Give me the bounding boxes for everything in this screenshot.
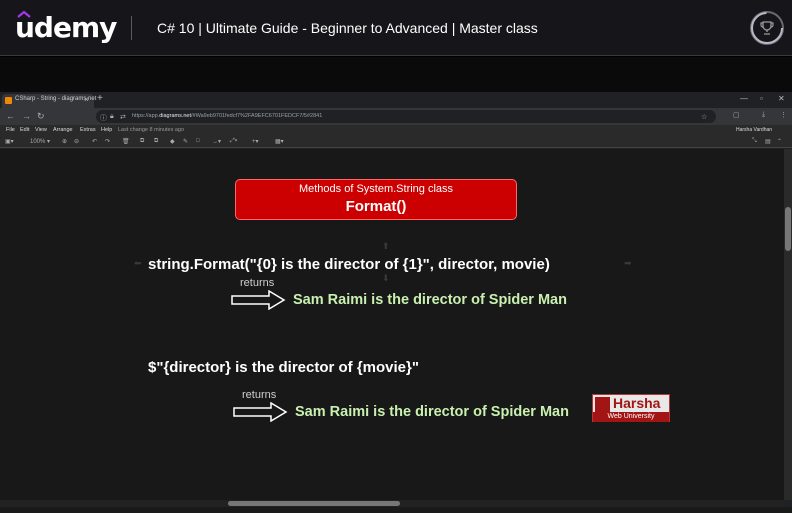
tab-close-icon[interactable]: × [84, 95, 89, 104]
drawio-favicon-icon [5, 97, 12, 104]
example2-code[interactable]: $"{director} is the director of {movie}" [148, 359, 419, 376]
header-divider [131, 16, 132, 40]
browser-tab[interactable]: CSharp - String - diagrams.net × [2, 94, 96, 108]
vertical-scroll-thumb[interactable] [785, 207, 791, 251]
connection-icon[interactable]: →▾ [212, 138, 221, 145]
title-box[interactable]: Methods of System.String class Format() [235, 179, 517, 220]
progress-trophy-button[interactable] [750, 11, 784, 45]
redo-icon[interactable]: ↷ [105, 138, 110, 145]
horizontal-scroll-thumb[interactable] [228, 501, 400, 506]
site-settings-icon[interactable]: ⇄ [120, 113, 126, 121]
example1-arrow-icon[interactable] [231, 290, 286, 310]
browser-window: CSharp - String - diagrams.net × + — ▫ ✕… [0, 92, 792, 513]
example2-returns-label[interactable]: returns [242, 389, 276, 401]
horizontal-scrollbar[interactable] [0, 500, 784, 507]
address-bar-row: ← → ↻ ⓘ 🔒︎ ⇄ https://app.diagrams.net/#W… [0, 108, 792, 125]
menu-file[interactable]: File [6, 127, 15, 133]
harsha-logo-name: Harsha [613, 395, 661, 411]
udemy-logo[interactable]: udemy [15, 11, 117, 44]
close-window-button[interactable]: ✕ [778, 94, 785, 103]
title-subtitle: Methods of System.String class [298, 183, 454, 195]
menu-arrange[interactable]: Arrange [53, 127, 73, 133]
forward-arrow-icon[interactable]: → [22, 111, 31, 121]
fullscreen-icon[interactable]: ⤡ [752, 138, 757, 145]
format-toggle-icon[interactable]: ▤ [765, 138, 771, 145]
line-color-icon[interactable]: ✎ [183, 138, 188, 145]
collapse-icon[interactable]: ⌃ [777, 138, 782, 145]
drawio-toolbar: ▣▾ 100% ▾ ⊕ ⊖ ↶ ↷ 🗑︎ ⧉ ⧉ ◆ ✎ □ →▾ ⤢▾ +▾ … [0, 136, 792, 148]
download-icon[interactable]: ⤓ [762, 111, 765, 119]
to-front-icon[interactable]: ⧉ [140, 138, 144, 145]
zoom-select[interactable]: 100% ▾ [30, 138, 50, 145]
shadow-icon[interactable]: □ [196, 138, 200, 144]
menu-help[interactable]: Help [101, 127, 112, 133]
user-name[interactable]: Harsha Vardhan [736, 127, 772, 133]
harsha-logo-mark-icon [595, 397, 610, 412]
new-tab-button[interactable]: + [97, 93, 103, 104]
example1-result[interactable]: Sam Raimi is the director of Spider Man [293, 292, 567, 308]
diagram-canvas[interactable]: Methods of System.String class Format() … [0, 149, 784, 500]
example1-code[interactable]: string.Format("{0} is the director of {1… [148, 256, 550, 273]
waypoints-icon[interactable]: ⤢▾ [230, 138, 237, 145]
url-input[interactable]: ⓘ 🔒︎ ⇄ https://app.diagrams.net/#Wa9eb97… [96, 110, 716, 123]
guide-arrow-down-icon: ⬇ [382, 273, 390, 283]
guide-arrow-left-icon: ⬅ [134, 258, 142, 268]
delete-icon[interactable]: 🗑︎ [122, 138, 130, 145]
minimize-button[interactable]: — [740, 94, 748, 103]
undo-icon[interactable]: ↶ [92, 138, 97, 145]
bookmark-star-icon[interactable]: ☆ [701, 113, 707, 121]
menu-view[interactable]: View [35, 127, 47, 133]
browser-tabbar: CSharp - String - diagrams.net × + — ▫ ✕ [0, 92, 792, 108]
example1-returns-label[interactable]: returns [240, 277, 274, 289]
table-icon[interactable]: ▦▾ [275, 138, 284, 145]
zoom-in-icon[interactable]: ⊕ [62, 138, 67, 145]
to-back-icon[interactable]: ⧉ [154, 138, 158, 145]
page-tabs-strip [0, 507, 792, 513]
last-change-link[interactable]: Last change 8 minutes ago [118, 127, 184, 133]
course-title[interactable]: C# 10 | Ultimate Guide - Beginner to Adv… [157, 20, 538, 36]
harsha-logo-subtitle: Web University [593, 412, 669, 422]
udemy-header: udemy C# 10 | Ultimate Guide - Beginner … [0, 0, 792, 56]
reload-icon[interactable]: ↻ [37, 111, 45, 122]
maximize-button[interactable]: ▫ [760, 94, 763, 103]
zoom-out-icon[interactable]: ⊖ [74, 138, 79, 145]
info-icon[interactable]: ⓘ [100, 113, 107, 123]
url-text: https://app.diagrams.net/#Wa9eb9701fedcf… [132, 113, 323, 119]
menu-edit[interactable]: Edit [20, 127, 29, 133]
guide-arrow-right-icon: ➡ [624, 258, 632, 268]
fill-color-icon[interactable]: ◆ [170, 138, 175, 145]
format-panel-icon[interactable]: ▣▾ [5, 138, 14, 145]
drawio-menubar: File Edit View Arrange Extras Help Last … [0, 125, 792, 136]
example2-arrow-icon[interactable] [233, 402, 288, 422]
guide-arrow-up-icon: ⬆ [382, 241, 390, 251]
extensions-icon[interactable]: ▢ [733, 111, 740, 119]
harsha-logo: Harsha Web University [592, 394, 670, 422]
video-player[interactable]: CSharp - String - diagrams.net × + — ▫ ✕… [0, 57, 792, 513]
back-arrow-icon[interactable]: ← [6, 111, 15, 121]
menu-extras[interactable]: Extras [80, 127, 96, 133]
lock-icon[interactable]: 🔒︎ [110, 113, 114, 121]
menu-dots-icon[interactable]: ⋮ [780, 111, 787, 119]
insert-icon[interactable]: +▾ [252, 138, 259, 145]
example2-result[interactable]: Sam Raimi is the director of Spider Man [295, 404, 569, 420]
vertical-scrollbar[interactable] [784, 149, 792, 500]
title-main: Format() [345, 198, 407, 215]
progress-ring [751, 12, 783, 44]
